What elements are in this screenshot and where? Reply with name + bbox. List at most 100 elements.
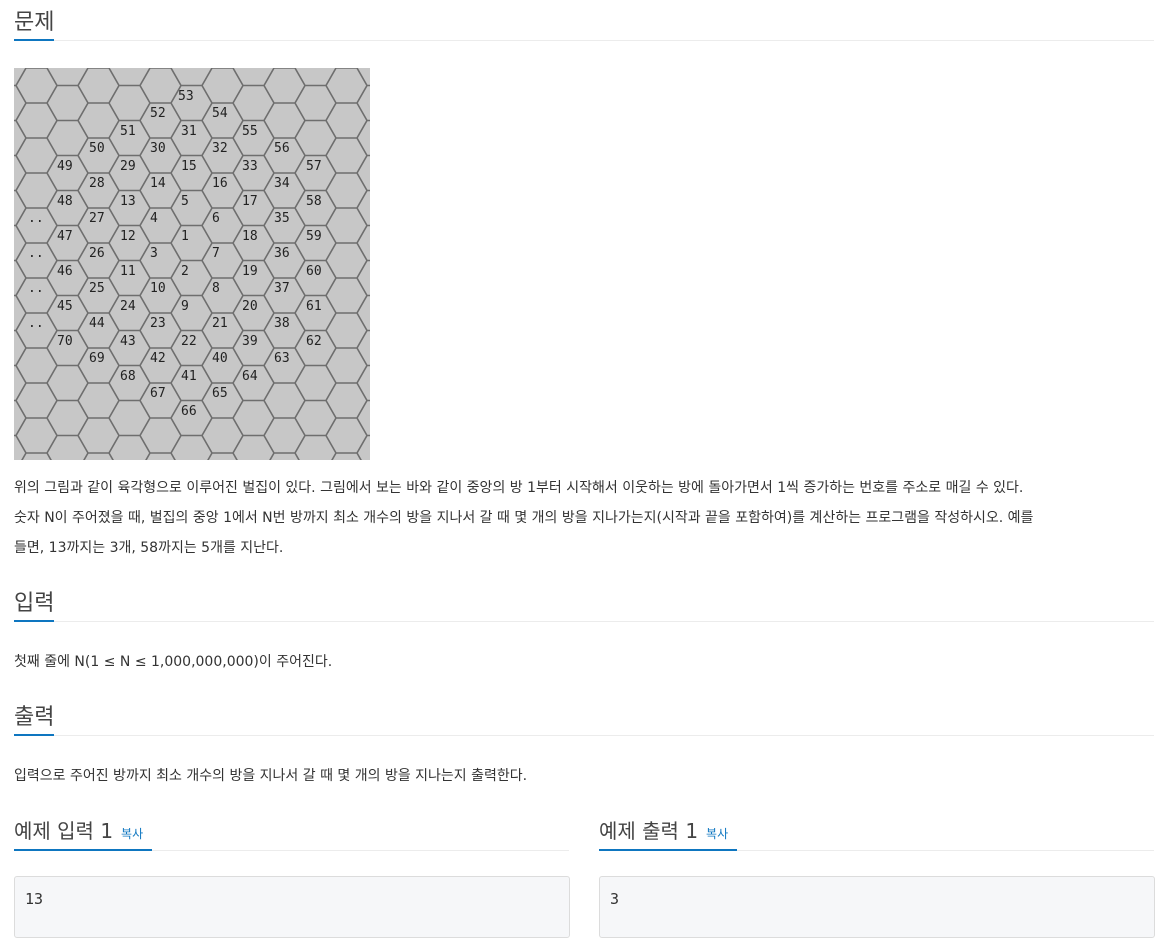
- hex-cell-number: 7: [212, 246, 220, 261]
- hex-cell-number: 24: [120, 299, 136, 314]
- hex-cell-number: 28: [89, 176, 105, 191]
- hex-cell-number: ..: [28, 246, 44, 261]
- hex-cell-number: 58: [306, 194, 322, 209]
- honeycomb-image: 5352 5451 31 5550 30 32 5649 29 15 33 5728 14 16 3448…: [14, 68, 370, 460]
- hex-cell-number: 50: [89, 141, 105, 156]
- problem-line-2: 숫자 N이 주어졌을 때, 벌집의 중앙 1에서 N번 방까지 최소 개수의 방…: [14, 510, 1034, 526]
- sample-output-header: 예제 출력 1 복사: [599, 815, 728, 844]
- input-text: 첫째 줄에 N(1 ≤ N ≤ 1,000,000,000)이 주어진다.: [14, 654, 333, 670]
- hex-cell-number: 45: [57, 299, 73, 314]
- section-divider: [737, 850, 1154, 851]
- problem-heading: 문제: [14, 10, 55, 35]
- input-heading-underline: [14, 620, 54, 622]
- hex-cell-number: 18: [242, 229, 258, 244]
- hex-cell-number: 35: [274, 211, 290, 226]
- hex-cell-number: 57: [306, 159, 322, 174]
- hex-cell-number: 43: [120, 334, 136, 349]
- hex-cell-number: 8: [212, 281, 220, 296]
- section-divider: [152, 850, 569, 851]
- sample-input-underline: [14, 849, 152, 851]
- sample-input-header: 예제 입력 1 복사: [14, 815, 143, 844]
- hex-cell-number: 31: [181, 124, 197, 139]
- sample-output-title: 예제 출력 1: [599, 819, 699, 843]
- hex-cell-number: 66: [181, 404, 197, 419]
- hex-cell-number: 14: [150, 176, 166, 191]
- hex-cell-number: 9: [181, 299, 189, 314]
- hex-cell-number: 40: [212, 351, 228, 366]
- hex-cell-number: 48: [57, 194, 73, 209]
- section-divider: [54, 40, 1154, 41]
- output-heading-underline: [14, 734, 54, 736]
- hex-cell-number: 46: [57, 264, 73, 279]
- hex-cell-number: 15: [181, 159, 197, 174]
- honeycomb-figure: 53 52 54 51 31 55 50 30 32 56 49 29 15 33 57 28 14 16 34 48…: [14, 68, 370, 460]
- hex-cell-number: 55: [242, 124, 258, 139]
- hex-cell-number: 42: [150, 351, 166, 366]
- hex-cell-number: 54: [212, 106, 228, 121]
- hex-cell-number: 63: [274, 351, 290, 366]
- hex-cell-number: 10: [150, 281, 166, 296]
- section-divider: [54, 735, 1154, 736]
- hex-cell-number: 19: [242, 264, 258, 279]
- hex-cell-number: 22: [181, 334, 197, 349]
- hex-cell-number: 23: [150, 316, 166, 331]
- hex-cell-number: 59: [306, 229, 322, 244]
- sample-output-value: 3: [610, 890, 620, 908]
- hex-cell-number: 44: [89, 316, 105, 331]
- hex-cell-number: ..: [28, 281, 44, 296]
- hex-cell-number: 3: [150, 246, 158, 261]
- hex-cell-number: 47: [57, 229, 73, 244]
- hex-cell-number: 60: [306, 264, 322, 279]
- hex-cell-number: 65: [212, 386, 228, 401]
- sample-output-underline: [599, 849, 737, 851]
- hex-cell-number: 26: [89, 246, 105, 261]
- problem-line-1: 위의 그림과 같이 육각형으로 이루어진 벌집이 있다. 그림에서 보는 바와 …: [14, 480, 1024, 496]
- hex-cell-number: 6: [212, 211, 220, 226]
- problem-heading-underline: [14, 39, 54, 41]
- output-text: 입력으로 주어진 방까지 최소 개수의 방을 지나서 갈 때 몇 개의 방을 지…: [14, 768, 528, 784]
- copy-output-button[interactable]: 복사: [706, 827, 728, 841]
- hex-cell-number: 49: [57, 159, 73, 174]
- hex-cell-number: 41: [181, 369, 197, 384]
- hex-cell-number: 16: [212, 176, 228, 191]
- hex-cell-number: 25: [89, 281, 105, 296]
- input-heading: 입력: [14, 591, 55, 616]
- hex-cell-number: ..: [28, 211, 44, 226]
- hex-cell-number: 27: [89, 211, 105, 226]
- hex-cell-number: 53: [178, 89, 194, 104]
- hex-cell-number: 32: [212, 141, 228, 156]
- hex-cell-number: 4: [150, 211, 158, 226]
- hex-cell-number: 17: [242, 194, 258, 209]
- copy-input-button[interactable]: 복사: [121, 827, 143, 841]
- hex-cell-number: ..: [28, 316, 44, 331]
- hex-cell-number: 21: [212, 316, 228, 331]
- sample-input-box: 13: [14, 876, 570, 938]
- sample-output-box: 3: [599, 876, 1155, 938]
- hex-cell-number: 64: [242, 369, 258, 384]
- hex-cell-number: 33: [242, 159, 258, 174]
- section-divider: [54, 621, 1154, 622]
- hex-cell-number: 37: [274, 281, 290, 296]
- hex-cell-number: 13: [120, 194, 136, 209]
- hex-cell-number: 56: [274, 141, 290, 156]
- hex-cell-number: 62: [306, 334, 322, 349]
- hex-cell-number: 29: [120, 159, 136, 174]
- hex-cell-number: 51: [120, 124, 136, 139]
- output-heading: 출력: [14, 705, 55, 730]
- hex-cell-number: 69: [89, 351, 105, 366]
- hex-cell-number: 20: [242, 299, 258, 314]
- hex-cell-number: 39: [242, 334, 258, 349]
- hex-cell-number: 12: [120, 229, 136, 244]
- hex-cell-number: 34: [274, 176, 290, 191]
- hex-cell-number: 70: [57, 334, 73, 349]
- hex-cell-number: 61: [306, 299, 322, 314]
- hex-cell-number: 1: [181, 229, 189, 244]
- sample-input-value: 13: [25, 890, 44, 908]
- hex-cell-number: 2: [181, 264, 189, 279]
- hex-cell-number: 30: [150, 141, 166, 156]
- hex-cell-number: 5: [181, 194, 189, 209]
- hex-cell-number: 36: [274, 246, 290, 261]
- problem-line-3: 들면, 13까지는 3개, 58까지는 5개를 지난다.: [14, 540, 284, 556]
- hex-cell-number: 67: [150, 386, 166, 401]
- sample-input-title: 예제 입력 1: [14, 819, 114, 843]
